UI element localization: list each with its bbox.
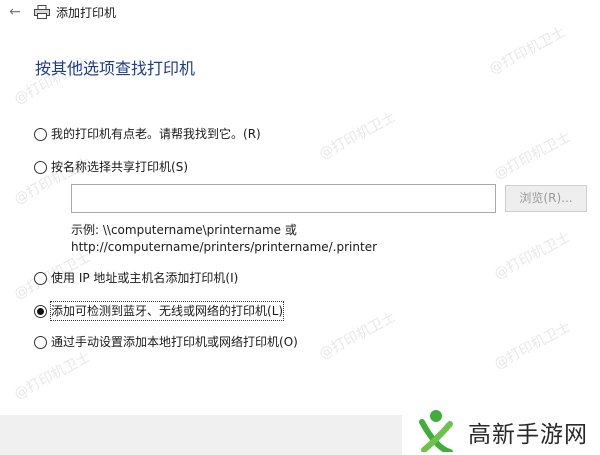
- example-line: http://computername/printers/printername…: [71, 240, 378, 254]
- option-label: 使用 IP 地址或主机名添加打印机: [51, 271, 226, 285]
- example-text: 示例: \\computername\printername 或 http://…: [71, 222, 377, 256]
- option-ip-hostname[interactable]: 使用 IP 地址或主机名添加打印机 (I): [34, 269, 238, 287]
- window-title: 添加打印机: [56, 6, 117, 20]
- brand-logo-icon: [419, 410, 453, 452]
- option-label: 通过手动设置添加本地打印机或网络打印机: [51, 335, 280, 349]
- shared-printer-name-input[interactable]: [71, 184, 496, 213]
- option-accelerator: (I): [225, 271, 239, 285]
- example-line: 示例: \\computername\printername 或: [71, 223, 297, 237]
- option-old-printer[interactable]: 我的打印机有点老。请帮我找到它。 (R): [34, 125, 261, 143]
- option-bluetooth-wireless-network[interactable]: 添加可检测到蓝牙、无线或网络的打印机(L): [34, 301, 285, 321]
- watermark: @打印机卫士: [486, 24, 569, 78]
- watermark: @打印机卫士: [491, 319, 574, 373]
- option-manual-local[interactable]: 通过手动设置添加本地打印机或网络打印机 (O): [34, 333, 298, 351]
- watermark: @打印机卫士: [491, 229, 574, 283]
- radio-button-selected[interactable]: [34, 304, 47, 318]
- option-accelerator: (O): [279, 335, 298, 349]
- title-bar: ← 添加打印机: [0, 0, 600, 28]
- option-label: 按名称选择共享打印机: [51, 160, 172, 174]
- brand-badge: 高新手游网: [402, 404, 600, 455]
- radio-button[interactable]: [34, 271, 47, 285]
- option-label-focused: 添加可检测到蓝牙、无线或网络的打印机(L): [49, 301, 285, 321]
- page-heading: 按其他选项查找打印机: [35, 59, 196, 78]
- radio-button[interactable]: [34, 335, 47, 349]
- browse-button[interactable]: 浏览(R)...: [505, 185, 587, 212]
- option-shared-printer[interactable]: 按名称选择共享打印机 (S): [34, 158, 188, 176]
- printer-icon: [34, 5, 50, 19]
- watermark: @打印机卫士: [491, 129, 574, 183]
- option-accelerator: (R): [243, 127, 261, 141]
- option-label: 我的打印机有点老。请帮我找到它。: [51, 127, 244, 141]
- brand-name: 高新手游网: [468, 422, 588, 448]
- watermark: @打印机卫士: [11, 349, 94, 403]
- option-accelerator: (L): [267, 304, 284, 318]
- option-accelerator: (S): [171, 160, 188, 174]
- back-arrow-icon[interactable]: ←: [6, 3, 24, 21]
- watermark: @打印机卫士: [316, 309, 399, 363]
- watermark: @打印机卫士: [316, 109, 399, 163]
- radio-button[interactable]: [34, 160, 47, 174]
- radio-button[interactable]: [34, 127, 47, 141]
